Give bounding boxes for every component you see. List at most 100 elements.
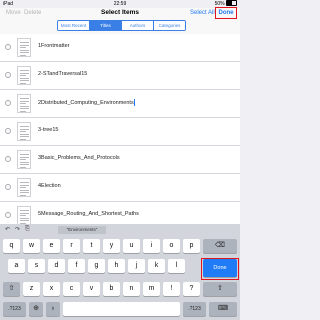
thumbnail-text-line: [20, 75, 26, 76]
thumbnail-text-line: [20, 72, 29, 74]
select-radio[interactable]: [5, 128, 11, 134]
select-radio[interactable]: [5, 44, 11, 50]
file-name-editing[interactable]: 2Distributed_Computing_Environments: [38, 99, 135, 106]
done-key-highlight: [201, 258, 239, 280]
list-item[interactable]: 3-tree15: [0, 118, 240, 146]
key-n[interactable]: n: [123, 282, 140, 296]
key-p[interactable]: p: [183, 239, 200, 253]
thumbnail-text-line: [20, 156, 29, 158]
thumbnail-text-line: [20, 105, 29, 107]
thumbnail-text-line: [20, 128, 29, 130]
thumbnail-text-line: [20, 161, 29, 163]
key-l[interactable]: l: [168, 259, 185, 273]
key-d[interactable]: d: [48, 259, 65, 273]
thumbnail-text-line: [20, 166, 26, 168]
thumbnail-text-line: [20, 220, 29, 221]
key-v[interactable]: v: [83, 282, 100, 296]
list-item[interactable]: 1Frontmatter: [0, 34, 240, 62]
thumbnail-text-line: [20, 70, 29, 71]
thumbnail-text-line: [20, 131, 26, 132]
thumbnail-text-line: [20, 108, 29, 109]
battery-icon: [226, 0, 237, 7]
select-radio[interactable]: [5, 212, 11, 218]
thumbnail-text-line: [20, 77, 29, 79]
key-t[interactable]: t: [83, 239, 100, 253]
thumbnail-text-line: [20, 217, 29, 219]
segment-most-recent[interactable]: Most Recent: [58, 21, 89, 30]
thumbnail-text-line: [20, 192, 29, 193]
thumbnail-text-line: [20, 126, 29, 127]
segment-titles[interactable]: Titles: [89, 21, 121, 30]
thumbnail-text-line: [20, 222, 26, 224]
list-item[interactable]: 2Distributed_Computing_Environments: [0, 90, 240, 118]
key-u[interactable]: u: [123, 239, 140, 253]
redo-icon[interactable]: ↷: [15, 226, 20, 233]
key-h[interactable]: h: [108, 259, 125, 273]
list-item[interactable]: 3Basic_Problems_And_Protocols: [0, 146, 240, 174]
key-m[interactable]: m: [143, 282, 160, 296]
list-item[interactable]: 4Election: [0, 174, 240, 202]
key-q[interactable]: q: [3, 239, 20, 253]
thumbnail-text-line: [20, 82, 26, 84]
done-button[interactable]: Done: [215, 7, 237, 19]
paste-icon[interactable]: ⎘: [25, 226, 30, 233]
select-radio[interactable]: [5, 156, 11, 162]
numbers-key-right[interactable]: .?123: [183, 302, 206, 316]
thumbnail-text-line: [20, 210, 29, 211]
select-radio[interactable]: [5, 72, 11, 78]
thumbnail-text-line: [20, 42, 29, 43]
key-b[interactable]: b: [103, 282, 120, 296]
key-o[interactable]: o: [163, 239, 180, 253]
thumbnail-text-line: [20, 187, 26, 188]
shift-key-left[interactable]: ⇧: [3, 282, 20, 296]
file-name: 4Election: [38, 183, 61, 189]
thumbnail-text-line: [20, 98, 29, 99]
status-bar: iPad 22:59 50%: [0, 0, 240, 8]
key-e[interactable]: e: [43, 239, 60, 253]
key-x[interactable]: x: [43, 282, 60, 296]
shift-key-right[interactable]: ⇧: [203, 282, 237, 296]
document-thumbnail: [17, 38, 31, 57]
file-name: 1Frontmatter: [38, 43, 70, 49]
file-name: 3-tree15: [38, 127, 59, 133]
thumbnail-text-line: [20, 212, 29, 214]
document-thumbnail: [17, 206, 31, 224]
microphone-icon[interactable]: ♁: [46, 302, 60, 316]
document-thumbnail: [17, 178, 31, 197]
list-item[interactable]: 2-STandTraversal15: [0, 62, 240, 90]
key-r[interactable]: r: [63, 239, 80, 253]
thumbnail-text-line: [20, 194, 26, 196]
key-a[interactable]: a: [8, 259, 25, 273]
key-f[interactable]: f: [68, 259, 85, 273]
segment-authors[interactable]: Authors: [121, 21, 153, 30]
thumbnail-text-line: [20, 54, 26, 56]
suggestion-bar: ↶ ↷ ⎘ “Environments”: [0, 224, 240, 236]
key-i[interactable]: i: [143, 239, 160, 253]
key-exclamation[interactable]: !: [163, 282, 180, 296]
undo-icon[interactable]: ↶: [5, 226, 10, 233]
thumbnail-text-line: [20, 133, 29, 135]
key-w[interactable]: w: [23, 239, 40, 253]
key-g[interactable]: g: [88, 259, 105, 273]
keyboard-dismiss-icon[interactable]: ⌨: [209, 302, 237, 316]
select-all-button[interactable]: Select All: [190, 10, 215, 16]
key-s[interactable]: s: [28, 259, 45, 273]
key-c[interactable]: c: [63, 282, 80, 296]
list-item[interactable]: 5Message_Routing_And_Shortest_Paths: [0, 202, 240, 224]
globe-icon[interactable]: ⊕: [29, 302, 43, 316]
key-z[interactable]: z: [23, 282, 40, 296]
key-y[interactable]: y: [103, 239, 120, 253]
select-radio[interactable]: [5, 100, 11, 106]
thumbnail-text-line: [20, 215, 26, 216]
select-radio[interactable]: [5, 184, 11, 190]
file-name: 5Message_Routing_And_Shortest_Paths: [38, 211, 139, 217]
thumbnail-text-line: [20, 52, 29, 53]
autocorrect-suggestion[interactable]: “Environments”: [58, 226, 106, 234]
backspace-key[interactable]: ⌫: [203, 239, 237, 253]
key-k[interactable]: k: [148, 259, 165, 273]
space-bar[interactable]: [63, 302, 180, 316]
key-j[interactable]: j: [128, 259, 145, 273]
key-question[interactable]: ?: [183, 282, 200, 296]
numbers-key[interactable]: .?123: [3, 302, 26, 316]
segment-categories[interactable]: Categories: [153, 21, 185, 30]
